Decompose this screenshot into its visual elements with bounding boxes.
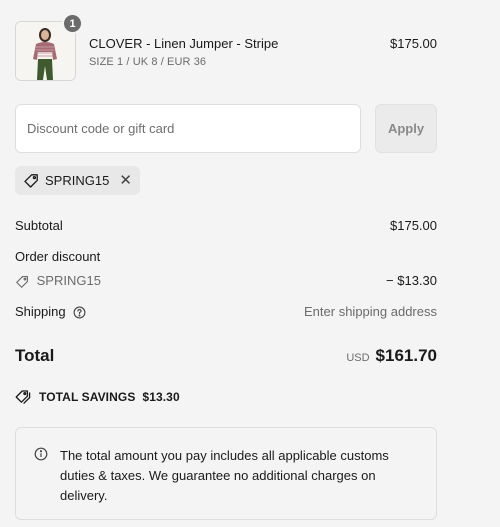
- duties-notice-text: The total amount you pay includes all ap…: [60, 448, 389, 503]
- info-icon: [34, 447, 48, 461]
- total-savings-label: TOTAL SAVINGS: [39, 390, 136, 404]
- shipping-value: Enter shipping address: [304, 304, 437, 319]
- discount-value: − $13.30: [386, 273, 437, 288]
- discount-code-input[interactable]: [15, 104, 361, 153]
- applied-discount-chip: SPRING15 ✕: [15, 166, 140, 195]
- order-discount-row: Order discount: [15, 249, 437, 264]
- tag-icon: [23, 173, 39, 189]
- subtotal-row: Subtotal $175.00: [15, 218, 437, 233]
- product-variant: SIZE 1 / UK 8 / EUR 36: [89, 56, 207, 68]
- subtotal-label: Subtotal: [15, 218, 63, 233]
- subtotal-value: $175.00: [390, 218, 437, 233]
- quantity-badge: 1: [62, 13, 83, 34]
- help-circle-icon[interactable]: [73, 306, 86, 319]
- tag-icon: [15, 275, 29, 289]
- tags-icon: [15, 389, 32, 405]
- discount-code-label: SPRING15: [36, 273, 101, 288]
- order-discount-label: Order discount: [15, 249, 101, 264]
- cart-line-item: 1 CLOVER - Linen Jumper - Stripe SIZE 1 …: [15, 13, 437, 81]
- product-price: $175.00: [390, 36, 437, 51]
- applied-discount-code: SPRING15: [45, 173, 110, 188]
- total-savings: TOTAL SAVINGS $13.30: [15, 389, 180, 405]
- total-currency: USD: [346, 352, 370, 364]
- total-amount: $161.70: [375, 346, 437, 365]
- apply-discount-button[interactable]: Apply: [375, 104, 437, 153]
- total-amount-group: USD $161.70: [346, 346, 437, 366]
- discount-code-row: SPRING15 − $13.30: [15, 273, 437, 289]
- total-label: Total: [15, 346, 55, 365]
- duties-notice: The total amount you pay includes all ap…: [15, 427, 437, 520]
- remove-discount-close-icon[interactable]: ✕: [119, 173, 132, 188]
- shipping-label: Shipping: [15, 304, 66, 319]
- total-savings-value: $13.30: [142, 390, 180, 404]
- shipping-row: Shipping Enter shipping address: [15, 304, 437, 319]
- product-title: CLOVER - Linen Jumper - Stripe: [89, 36, 279, 51]
